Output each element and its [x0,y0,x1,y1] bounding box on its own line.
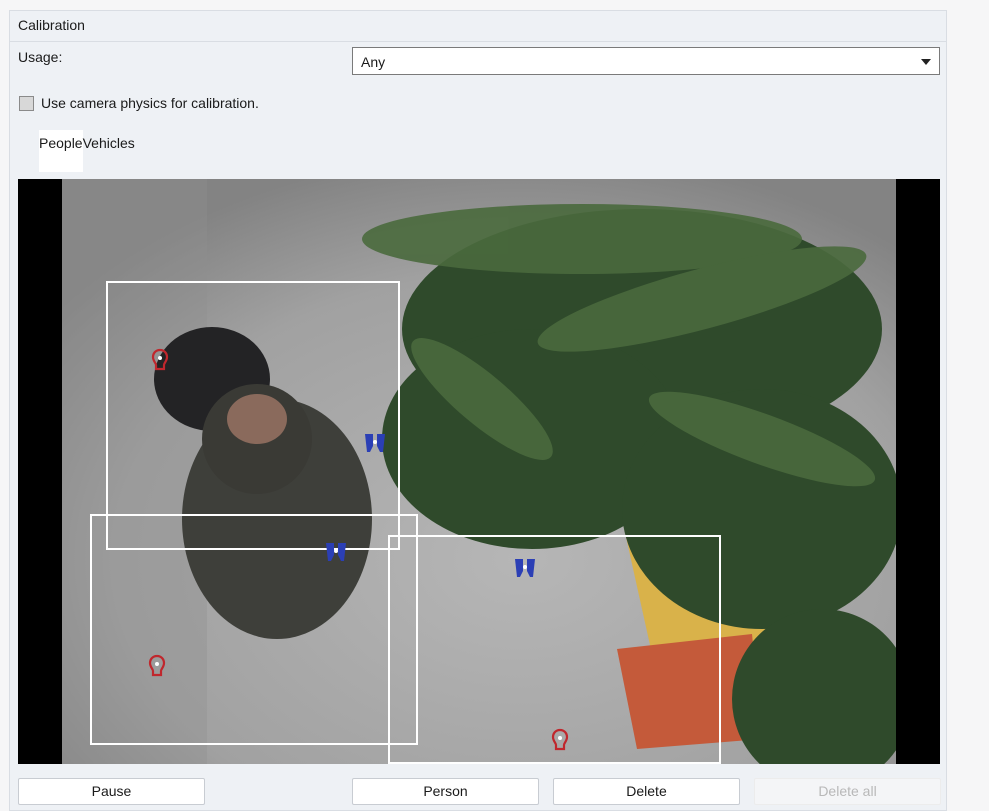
head-marker-icon[interactable] [148,654,166,678]
feet-marker-icon[interactable] [362,431,388,455]
delete-button[interactable]: Delete [553,778,740,805]
delete-all-button[interactable]: Delete all [754,778,941,805]
head-marker-icon[interactable] [551,728,569,752]
tab-people[interactable]: People [39,130,83,172]
calibration-box[interactable] [90,514,418,745]
usage-select-value: Any [361,54,386,70]
calibration-box[interactable] [106,281,400,550]
chevron-down-icon [921,59,931,65]
group-title: Calibration [18,17,85,33]
feet-marker-icon[interactable] [323,540,349,564]
right-pane [947,0,989,811]
video-view[interactable] [18,179,940,764]
group-header: Calibration [10,11,946,42]
camera-physics-checkbox[interactable] [19,96,34,111]
tab-bar: People Vehicles [39,130,135,172]
usage-select[interactable]: Any [352,47,940,75]
head-marker-icon[interactable] [151,348,169,372]
pause-button[interactable]: Pause [18,778,205,805]
usage-label: Usage: [18,49,63,65]
feet-marker-icon[interactable] [512,556,538,580]
camera-physics-label[interactable]: Use camera physics for calibration. [41,95,259,111]
tab-vehicles[interactable]: Vehicles [83,130,135,172]
person-button[interactable]: Person [352,778,539,805]
